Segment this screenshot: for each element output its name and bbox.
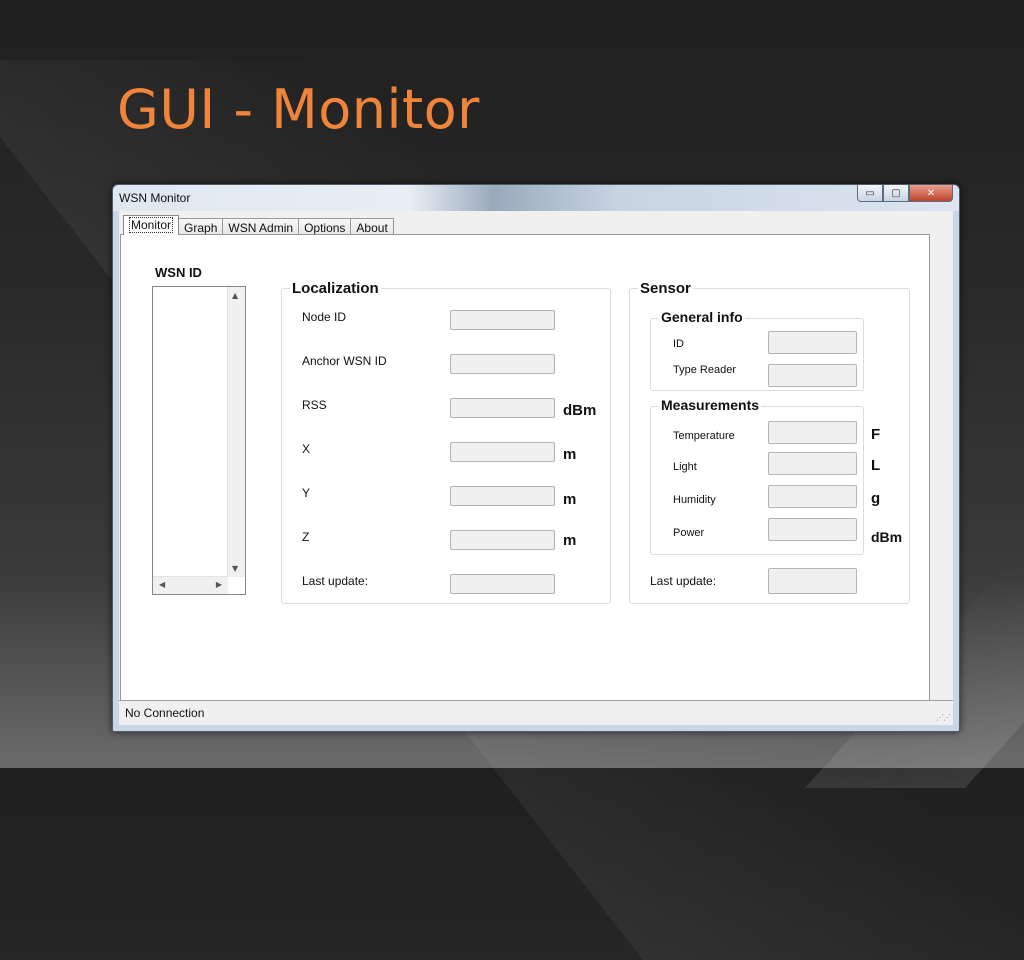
- horizontal-scrollbar[interactable]: ◀ ▶: [153, 576, 228, 594]
- window-controls: ▭ ▢ ✕: [857, 185, 953, 203]
- tab-label: Options: [304, 221, 346, 235]
- monitor-tab-page: WSN ID ▲ ▼ ◀ ▶ Localization Node ID Anch…: [120, 234, 930, 701]
- type-reader-label: Type Reader: [673, 364, 736, 376]
- light-field[interactable]: [768, 452, 857, 475]
- sensor-last-update-label: Last update:: [650, 574, 717, 588]
- rss-label: RSS: [302, 398, 327, 412]
- anchor-wsn-id-label: Anchor WSN ID: [302, 354, 387, 368]
- x-field[interactable]: [450, 442, 555, 462]
- z-label: Z: [302, 530, 310, 544]
- tab-strip: Monitor Graph WSN Admin Options About: [123, 214, 394, 235]
- scroll-right-icon[interactable]: ▶: [216, 580, 222, 589]
- sensor-title: Sensor: [638, 280, 693, 297]
- sensor-group: Sensor General info ID Type Reader Measu…: [629, 280, 910, 604]
- tab-label: WSN Admin: [228, 221, 294, 235]
- app-window: WSN Monitor ▭ ▢ ✕ Monitor Graph WSN Admi…: [112, 184, 960, 732]
- x-unit: m: [563, 446, 577, 463]
- temperature-label: Temperature: [673, 430, 735, 442]
- y-unit: m: [563, 491, 577, 508]
- general-info-group: General info ID Type Reader: [650, 309, 864, 391]
- connection-status: No Connection: [125, 706, 205, 720]
- localization-last-update-field[interactable]: [450, 574, 555, 594]
- scroll-left-icon[interactable]: ◀: [159, 580, 165, 589]
- sensor-last-update-field[interactable]: [768, 568, 857, 594]
- light-unit: L: [871, 457, 881, 474]
- id-label: ID: [673, 338, 684, 350]
- humidity-label: Humidity: [673, 494, 716, 506]
- x-label: X: [302, 442, 311, 456]
- client-area: Monitor Graph WSN Admin Options About WS…: [119, 211, 953, 725]
- rss-unit: dBm: [563, 402, 597, 419]
- scroll-up-icon[interactable]: ▲: [232, 291, 238, 300]
- measurements-group: Measurements Temperature F Light L Humid…: [650, 397, 902, 555]
- node-id-field[interactable]: [450, 310, 555, 330]
- vertical-scrollbar[interactable]: ▲ ▼: [227, 287, 245, 577]
- scroll-down-icon[interactable]: ▼: [232, 564, 238, 573]
- humidity-field[interactable]: [768, 485, 857, 508]
- slide-title: GUI - Monitor: [117, 78, 480, 141]
- anchor-wsn-id-field[interactable]: [450, 354, 555, 374]
- y-label: Y: [302, 486, 311, 500]
- maximize-button[interactable]: ▢: [883, 185, 909, 202]
- id-field[interactable]: [768, 331, 857, 354]
- measurements-title: Measurements: [659, 397, 762, 413]
- y-field[interactable]: [450, 486, 555, 506]
- tab-options[interactable]: Options: [298, 218, 352, 235]
- wsn-id-list[interactable]: ▲ ▼ ◀ ▶: [152, 286, 246, 595]
- general-info-title: General info: [659, 309, 745, 325]
- tab-about[interactable]: About: [350, 218, 394, 235]
- temperature-field[interactable]: [768, 421, 857, 444]
- minimize-icon: ▭: [865, 187, 875, 199]
- power-label: Power: [673, 527, 705, 539]
- z-unit: m: [563, 532, 577, 549]
- localization-title: Localization: [290, 280, 381, 297]
- tab-wsn-admin[interactable]: WSN Admin: [222, 218, 300, 235]
- light-label: Light: [673, 461, 697, 473]
- status-bar: No Connection ⋰⋰: [119, 700, 953, 725]
- humidity-unit: g: [871, 490, 881, 507]
- resize-grip-icon[interactable]: ⋰⋰: [936, 713, 951, 722]
- window-title: WSN Monitor: [119, 191, 191, 205]
- minimize-button[interactable]: ▭: [857, 185, 883, 202]
- maximize-icon: ▢: [891, 187, 901, 199]
- tab-label: About: [356, 221, 388, 235]
- title-bar[interactable]: WSN Monitor ▭ ▢ ✕: [113, 185, 959, 211]
- tab-label: Monitor: [129, 217, 174, 233]
- tab-graph[interactable]: Graph: [178, 218, 224, 235]
- z-field[interactable]: [450, 530, 555, 550]
- type-reader-field[interactable]: [768, 364, 857, 387]
- close-button[interactable]: ✕: [909, 185, 953, 202]
- rss-field[interactable]: [450, 398, 555, 418]
- localization-last-update-label: Last update:: [302, 574, 369, 588]
- tab-monitor[interactable]: Monitor: [123, 215, 180, 235]
- node-id-label: Node ID: [302, 310, 347, 324]
- wsn-id-label: WSN ID: [155, 265, 202, 280]
- power-field[interactable]: [768, 518, 857, 541]
- localization-group: Localization Node ID Anchor WSN ID RSS d…: [281, 280, 611, 604]
- tab-label: Graph: [184, 221, 218, 235]
- power-unit: dBm: [871, 529, 903, 545]
- temperature-unit: F: [871, 426, 881, 443]
- close-icon: ✕: [926, 187, 936, 199]
